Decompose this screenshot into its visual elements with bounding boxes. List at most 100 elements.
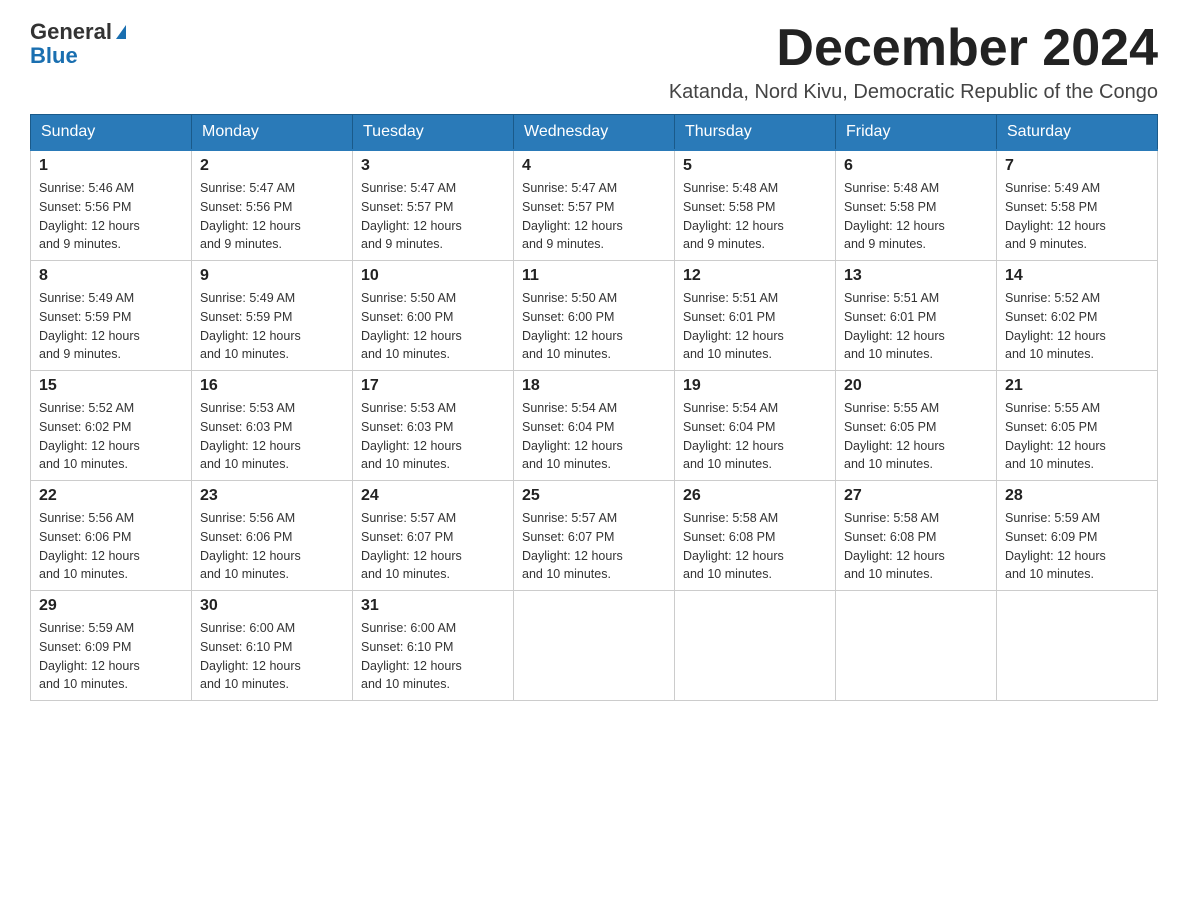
- day-info: Sunrise: 5:48 AMSunset: 5:58 PMDaylight:…: [683, 179, 827, 254]
- day-number: 2: [200, 157, 344, 175]
- calendar-cell: 11Sunrise: 5:50 AMSunset: 6:00 PMDayligh…: [514, 261, 675, 371]
- day-number: 15: [39, 377, 183, 395]
- calendar-cell: 19 Sunrise: 5:54 AMSunset: 6:04 PMDayligh…: [675, 371, 836, 481]
- calendar-cell: 10 Sunrise: 5:50 AMSunset: 6:00 PMDayligh…: [353, 261, 514, 371]
- weekday-header-row: SundayMondayTuesdayWednesdayThursdayFrid…: [31, 115, 1158, 151]
- calendar-cell: 18 Sunrise: 5:54 AMSunset: 6:04 PMDayligh…: [514, 371, 675, 481]
- title-area: December 2024 Katanda, Nord Kivu, Democr…: [669, 20, 1158, 104]
- calendar-week-row: 8 Sunrise: 5:49 AMSunset: 5:59 PMDaylight…: [31, 261, 1158, 371]
- header: General Blue December 2024 Katanda, Nord…: [30, 20, 1158, 104]
- logo-blue-text: Blue: [30, 44, 126, 68]
- day-info: Sunrise: 5:47 AMSunset: 5:57 PMDaylight:…: [522, 179, 666, 254]
- weekday-header-tuesday: Tuesday: [353, 115, 514, 151]
- day-info: Sunrise: 5:52 AMSunset: 6:02 PMDaylight:…: [39, 399, 183, 474]
- logo-general-text: General: [30, 20, 112, 44]
- day-number: 19: [683, 377, 827, 395]
- calendar-cell: 30 Sunrise: 6:00 AMSunset: 6:10 PMDayligh…: [192, 591, 353, 701]
- calendar-cell: 13Sunrise: 5:51 AMSunset: 6:01 PMDayligh…: [836, 261, 997, 371]
- day-info: Sunrise: 5:48 AMSunset: 5:58 PMDaylight:…: [844, 179, 988, 254]
- day-info: Sunrise: 6:00 AMSunset: 6:10 PMDaylight:…: [200, 619, 344, 694]
- calendar-cell: 9Sunrise: 5:49 AMSunset: 5:59 PMDaylight…: [192, 261, 353, 371]
- day-info: Sunrise: 5:49 AMSunset: 5:59 PMDaylight:…: [39, 289, 183, 364]
- day-info: Sunrise: 5:47 AMSunset: 5:57 PMDaylight:…: [361, 179, 505, 254]
- calendar-table: SundayMondayTuesdayWednesdayThursdayFrid…: [30, 114, 1158, 701]
- calendar-cell: 4 Sunrise: 5:47 AMSunset: 5:57 PMDaylight…: [514, 150, 675, 261]
- day-info: Sunrise: 5:57 AMSunset: 6:07 PMDaylight:…: [522, 509, 666, 584]
- calendar-cell: 20Sunrise: 5:55 AMSunset: 6:05 PMDayligh…: [836, 371, 997, 481]
- calendar-cell: 22 Sunrise: 5:56 AMSunset: 6:06 PMDayligh…: [31, 481, 192, 591]
- logo-triangle-icon: [116, 25, 126, 39]
- day-number: 20: [844, 377, 988, 395]
- calendar-cell: 6 Sunrise: 5:48 AMSunset: 5:58 PMDaylight…: [836, 150, 997, 261]
- weekday-header-wednesday: Wednesday: [514, 115, 675, 151]
- day-number: 30: [200, 597, 344, 615]
- day-number: 29: [39, 597, 183, 615]
- calendar-cell: 15 Sunrise: 5:52 AMSunset: 6:02 PMDayligh…: [31, 371, 192, 481]
- calendar-cell: 24 Sunrise: 5:57 AMSunset: 6:07 PMDayligh…: [353, 481, 514, 591]
- day-number: 22: [39, 487, 183, 505]
- day-info: Sunrise: 5:50 AMSunset: 6:00 PMDaylight:…: [522, 289, 666, 364]
- calendar-cell: 14 Sunrise: 5:52 AMSunset: 6:02 PMDayligh…: [997, 261, 1158, 371]
- day-info: Sunrise: 5:55 AMSunset: 6:05 PMDaylight:…: [1005, 399, 1149, 474]
- day-number: 8: [39, 267, 183, 285]
- day-info: Sunrise: 5:47 AMSunset: 5:56 PMDaylight:…: [200, 179, 344, 254]
- day-info: Sunrise: 5:58 AMSunset: 6:08 PMDaylight:…: [683, 509, 827, 584]
- day-info: Sunrise: 6:00 AMSunset: 6:10 PMDaylight:…: [361, 619, 505, 694]
- day-number: 6: [844, 157, 988, 175]
- day-info: Sunrise: 5:49 AMSunset: 5:58 PMDaylight:…: [1005, 179, 1149, 254]
- calendar-cell: 5 Sunrise: 5:48 AMSunset: 5:58 PMDaylight…: [675, 150, 836, 261]
- day-number: 10: [361, 267, 505, 285]
- calendar-cell: [997, 591, 1158, 701]
- day-number: 17: [361, 377, 505, 395]
- day-number: 5: [683, 157, 827, 175]
- day-info: Sunrise: 5:46 AMSunset: 5:56 PMDaylight:…: [39, 179, 183, 254]
- day-number: 23: [200, 487, 344, 505]
- calendar-cell: 8 Sunrise: 5:49 AMSunset: 5:59 PMDaylight…: [31, 261, 192, 371]
- day-info: Sunrise: 5:54 AMSunset: 6:04 PMDaylight:…: [522, 399, 666, 474]
- calendar-week-row: 15 Sunrise: 5:52 AMSunset: 6:02 PMDayligh…: [31, 371, 1158, 481]
- calendar-cell: 31Sunrise: 6:00 AMSunset: 6:10 PMDayligh…: [353, 591, 514, 701]
- day-number: 26: [683, 487, 827, 505]
- day-info: Sunrise: 5:56 AMSunset: 6:06 PMDaylight:…: [200, 509, 344, 584]
- day-info: Sunrise: 5:52 AMSunset: 6:02 PMDaylight:…: [1005, 289, 1149, 364]
- calendar-cell: 25 Sunrise: 5:57 AMSunset: 6:07 PMDayligh…: [514, 481, 675, 591]
- calendar-cell: 1 Sunrise: 5:46 AMSunset: 5:56 PMDaylight…: [31, 150, 192, 261]
- calendar-cell: 2 Sunrise: 5:47 AMSunset: 5:56 PMDaylight…: [192, 150, 353, 261]
- weekday-header-sunday: Sunday: [31, 115, 192, 151]
- day-number: 12: [683, 267, 827, 285]
- day-number: 3: [361, 157, 505, 175]
- day-number: 1: [39, 157, 183, 175]
- calendar-cell: 3 Sunrise: 5:47 AMSunset: 5:57 PMDaylight…: [353, 150, 514, 261]
- day-info: Sunrise: 5:51 AMSunset: 6:01 PMDaylight:…: [844, 289, 988, 364]
- calendar-cell: 12 Sunrise: 5:51 AMSunset: 6:01 PMDayligh…: [675, 261, 836, 371]
- day-number: 14: [1005, 267, 1149, 285]
- day-number: 24: [361, 487, 505, 505]
- calendar-cell: [836, 591, 997, 701]
- day-info: Sunrise: 5:54 AMSunset: 6:04 PMDaylight:…: [683, 399, 827, 474]
- calendar-cell: 28Sunrise: 5:59 AMSunset: 6:09 PMDayligh…: [997, 481, 1158, 591]
- calendar-cell: 23 Sunrise: 5:56 AMSunset: 6:06 PMDayligh…: [192, 481, 353, 591]
- day-info: Sunrise: 5:59 AMSunset: 6:09 PMDaylight:…: [39, 619, 183, 694]
- calendar-week-row: 1 Sunrise: 5:46 AMSunset: 5:56 PMDaylight…: [31, 150, 1158, 261]
- day-number: 25: [522, 487, 666, 505]
- month-title: December 2024: [669, 20, 1158, 77]
- calendar-cell: 17 Sunrise: 5:53 AMSunset: 6:03 PMDayligh…: [353, 371, 514, 481]
- day-info: Sunrise: 5:51 AMSunset: 6:01 PMDaylight:…: [683, 289, 827, 364]
- calendar-cell: [514, 591, 675, 701]
- day-number: 4: [522, 157, 666, 175]
- day-number: 18: [522, 377, 666, 395]
- location-title: Katanda, Nord Kivu, Democratic Republic …: [669, 81, 1158, 104]
- day-info: Sunrise: 5:56 AMSunset: 6:06 PMDaylight:…: [39, 509, 183, 584]
- calendar-cell: 27Sunrise: 5:58 AMSunset: 6:08 PMDayligh…: [836, 481, 997, 591]
- calendar-cell: 7Sunrise: 5:49 AMSunset: 5:58 PMDaylight…: [997, 150, 1158, 261]
- day-info: Sunrise: 5:53 AMSunset: 6:03 PMDaylight:…: [361, 399, 505, 474]
- day-info: Sunrise: 5:58 AMSunset: 6:08 PMDaylight:…: [844, 509, 988, 584]
- day-info: Sunrise: 5:50 AMSunset: 6:00 PMDaylight:…: [361, 289, 505, 364]
- day-info: Sunrise: 5:57 AMSunset: 6:07 PMDaylight:…: [361, 509, 505, 584]
- weekday-header-saturday: Saturday: [997, 115, 1158, 151]
- calendar-week-row: 22 Sunrise: 5:56 AMSunset: 6:06 PMDayligh…: [31, 481, 1158, 591]
- calendar-cell: [675, 591, 836, 701]
- calendar-cell: 26 Sunrise: 5:58 AMSunset: 6:08 PMDayligh…: [675, 481, 836, 591]
- calendar-cell: 21Sunrise: 5:55 AMSunset: 6:05 PMDayligh…: [997, 371, 1158, 481]
- day-info: Sunrise: 5:53 AMSunset: 6:03 PMDaylight:…: [200, 399, 344, 474]
